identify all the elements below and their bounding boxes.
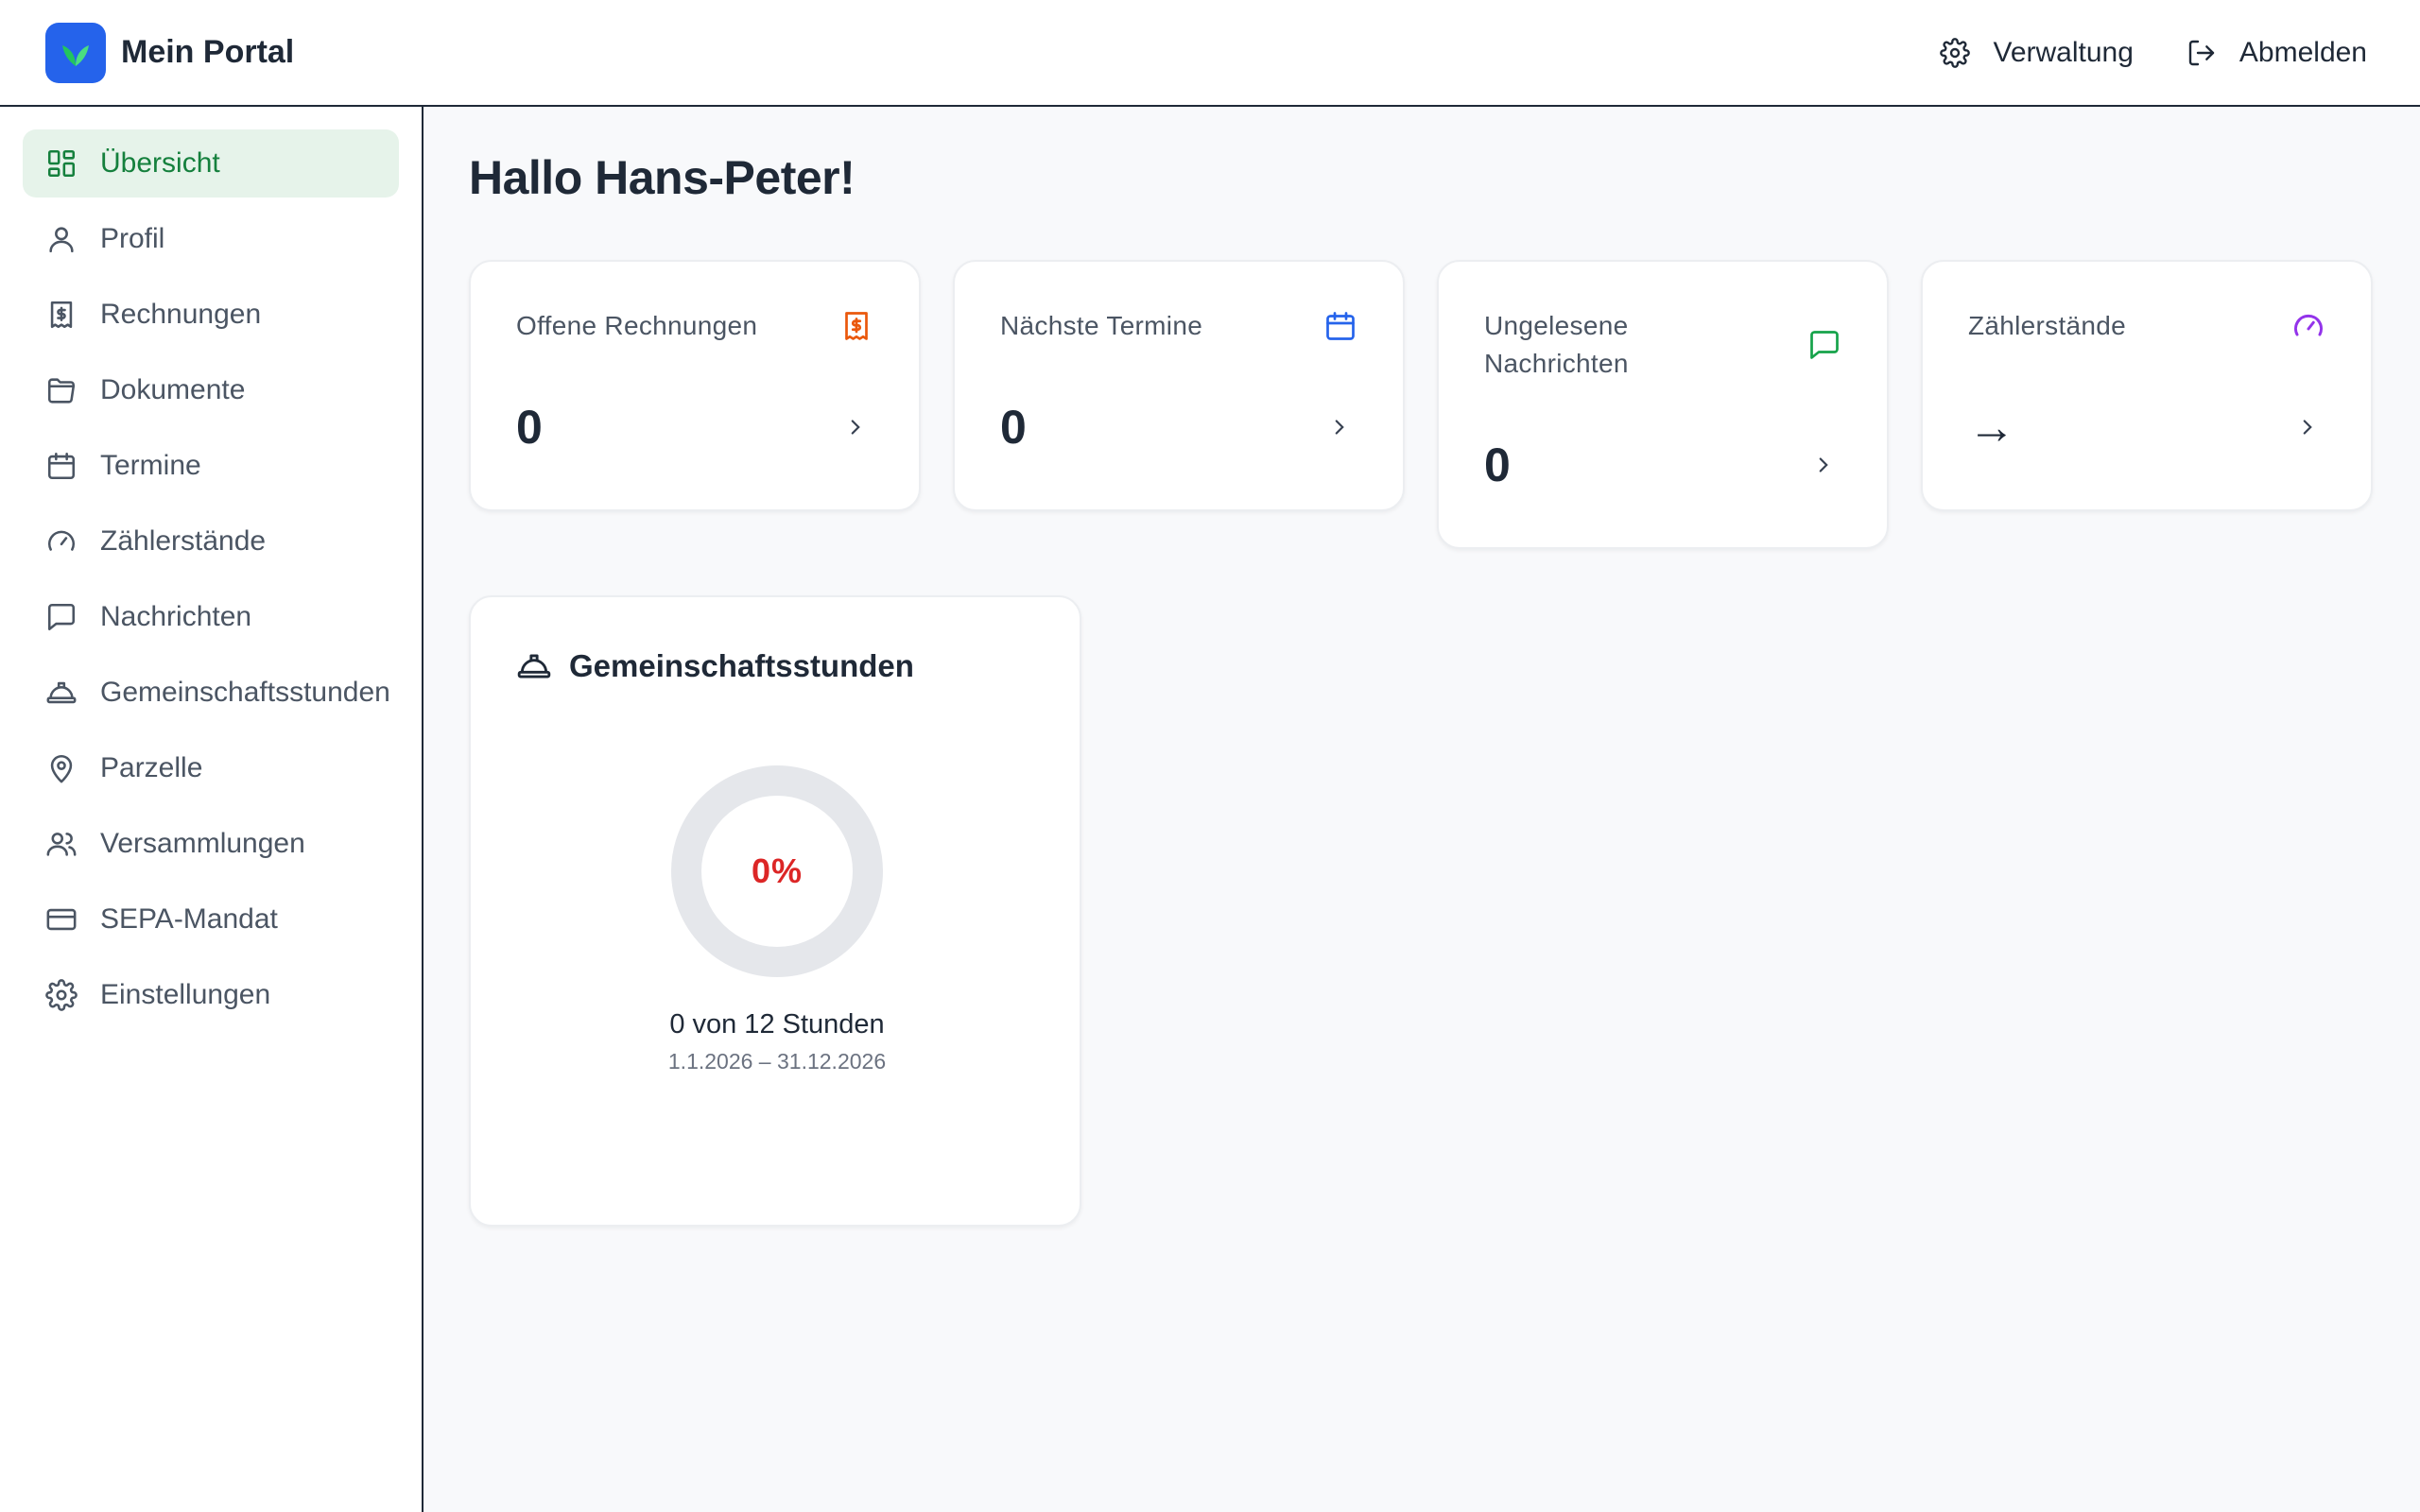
stat-label: Nächste Termine [1000,311,1203,340]
logout-label: Abmelden [2238,36,2367,68]
sidebar-item-settings[interactable]: Einstellungen [23,961,399,1029]
stat-card-meter-readings[interactable]: Zählerstände → [1921,260,2373,511]
logout-button[interactable]: Abmelden [2187,37,2367,69]
sidebar-item-parcel[interactable]: Parzelle [23,734,399,802]
logout-icon [2187,38,2217,68]
sidebar-item-sepa[interactable]: SEPA-Mandat [23,885,399,954]
sidebar-item-overview[interactable]: Übersicht [23,129,399,198]
stat-label: Ungelesene Nachrichten [1484,311,1629,378]
sidebar-item-label: Übersicht [100,147,220,179]
credit-card-icon [45,903,78,936]
gear-icon [45,979,78,1011]
message-icon [45,601,78,633]
chevron-right-icon[interactable] [1322,409,1357,445]
gauge-icon [2291,309,2325,343]
sidebar: Übersicht Profil Rechnungen Dokumente Te… [0,107,424,1512]
main-content: Hallo Hans-Peter! Offene Rechnungen 0 Nä… [425,107,2420,1512]
sidebar-item-label: Einstellungen [100,979,271,1010]
page-title: Hallo Hans-Peter! [469,151,856,204]
progress-donut: 0% [669,764,885,979]
sidebar-item-label: Termine [100,450,201,481]
arrow-right-icon: → [1968,401,2015,454]
chevron-right-icon[interactable] [2290,409,2325,445]
admin-button[interactable]: Verwaltung [1940,36,2134,69]
stat-value: 0 [1484,438,1511,491]
stat-label: Zählerstände [1968,311,2127,340]
calendar-icon [1323,309,1357,343]
chevron-right-icon[interactable] [1806,447,1841,483]
sidebar-item-invoices[interactable]: Rechnungen [23,281,399,349]
message-icon [1807,328,1841,362]
user-icon [45,223,78,255]
stat-card-open-invoices[interactable]: Offene Rechnungen 0 [469,260,921,511]
sidebar-item-label: Dokumente [100,374,246,405]
sidebar-item-label: Profil [100,223,165,254]
admin-label: Verwaltung [1993,36,2134,68]
sidebar-item-appointments[interactable]: Termine [23,432,399,500]
users-icon [45,828,78,860]
chevron-right-icon[interactable] [838,409,873,445]
sidebar-item-label: SEPA-Mandat [100,903,278,935]
calendar-icon [45,450,78,482]
community-hours-title: Gemeinschaftsstunden [569,648,914,683]
hours-period: 1.1.2026 – 31.12.2026 [667,1049,887,1074]
sidebar-item-label: Versammlungen [100,828,305,859]
leaf-logo-icon [45,22,106,83]
gear-icon [1940,37,1971,68]
sidebar-item-assemblies[interactable]: Versammlungen [23,810,399,878]
hardhat-icon [516,648,552,684]
dashboard-icon [45,147,78,180]
app-title: Mein Portal [121,34,295,70]
stat-label: Offene Rechnungen [516,311,758,340]
sidebar-item-community-hours[interactable]: Gemeinschaftsstunden [23,659,399,727]
hours-summary: 0 von 12 Stunden [669,1009,885,1040]
progress-percent: 0% [751,851,804,890]
sidebar-item-profile[interactable]: Profil [23,205,399,273]
sidebar-item-label: Gemeinschaftsstunden [100,677,390,708]
stat-card-unread-messages[interactable]: Ungelesene Nachrichten 0 [1437,260,1889,549]
brand[interactable]: Mein Portal [45,22,295,83]
stat-value: 0 [516,401,543,454]
header-actions: Verwaltung Abmelden [1940,37,2367,69]
top-header: Mein Portal Verwaltung Abmelden [0,0,2420,107]
hardhat-icon [45,677,78,709]
stat-card-next-appointments[interactable]: Nächste Termine 0 [953,260,1405,511]
sidebar-item-label: Zählerstände [100,525,267,557]
gauge-icon [45,525,78,558]
folder-icon [45,374,78,406]
community-hours-card: Gemeinschaftsstunden 0% 0 von 12 Stunden… [469,595,1081,1227]
map-pin-icon [45,752,78,784]
stat-value: 0 [1000,401,1027,454]
sidebar-item-documents[interactable]: Dokumente [23,356,399,424]
sidebar-item-label: Nachrichten [100,601,252,632]
invoice-icon [45,299,78,331]
sidebar-item-label: Rechnungen [100,299,262,330]
invoice-icon [839,309,873,343]
sidebar-item-messages[interactable]: Nachrichten [23,583,399,651]
sidebar-item-meters[interactable]: Zählerstände [23,507,399,576]
sidebar-item-label: Parzelle [100,752,203,783]
